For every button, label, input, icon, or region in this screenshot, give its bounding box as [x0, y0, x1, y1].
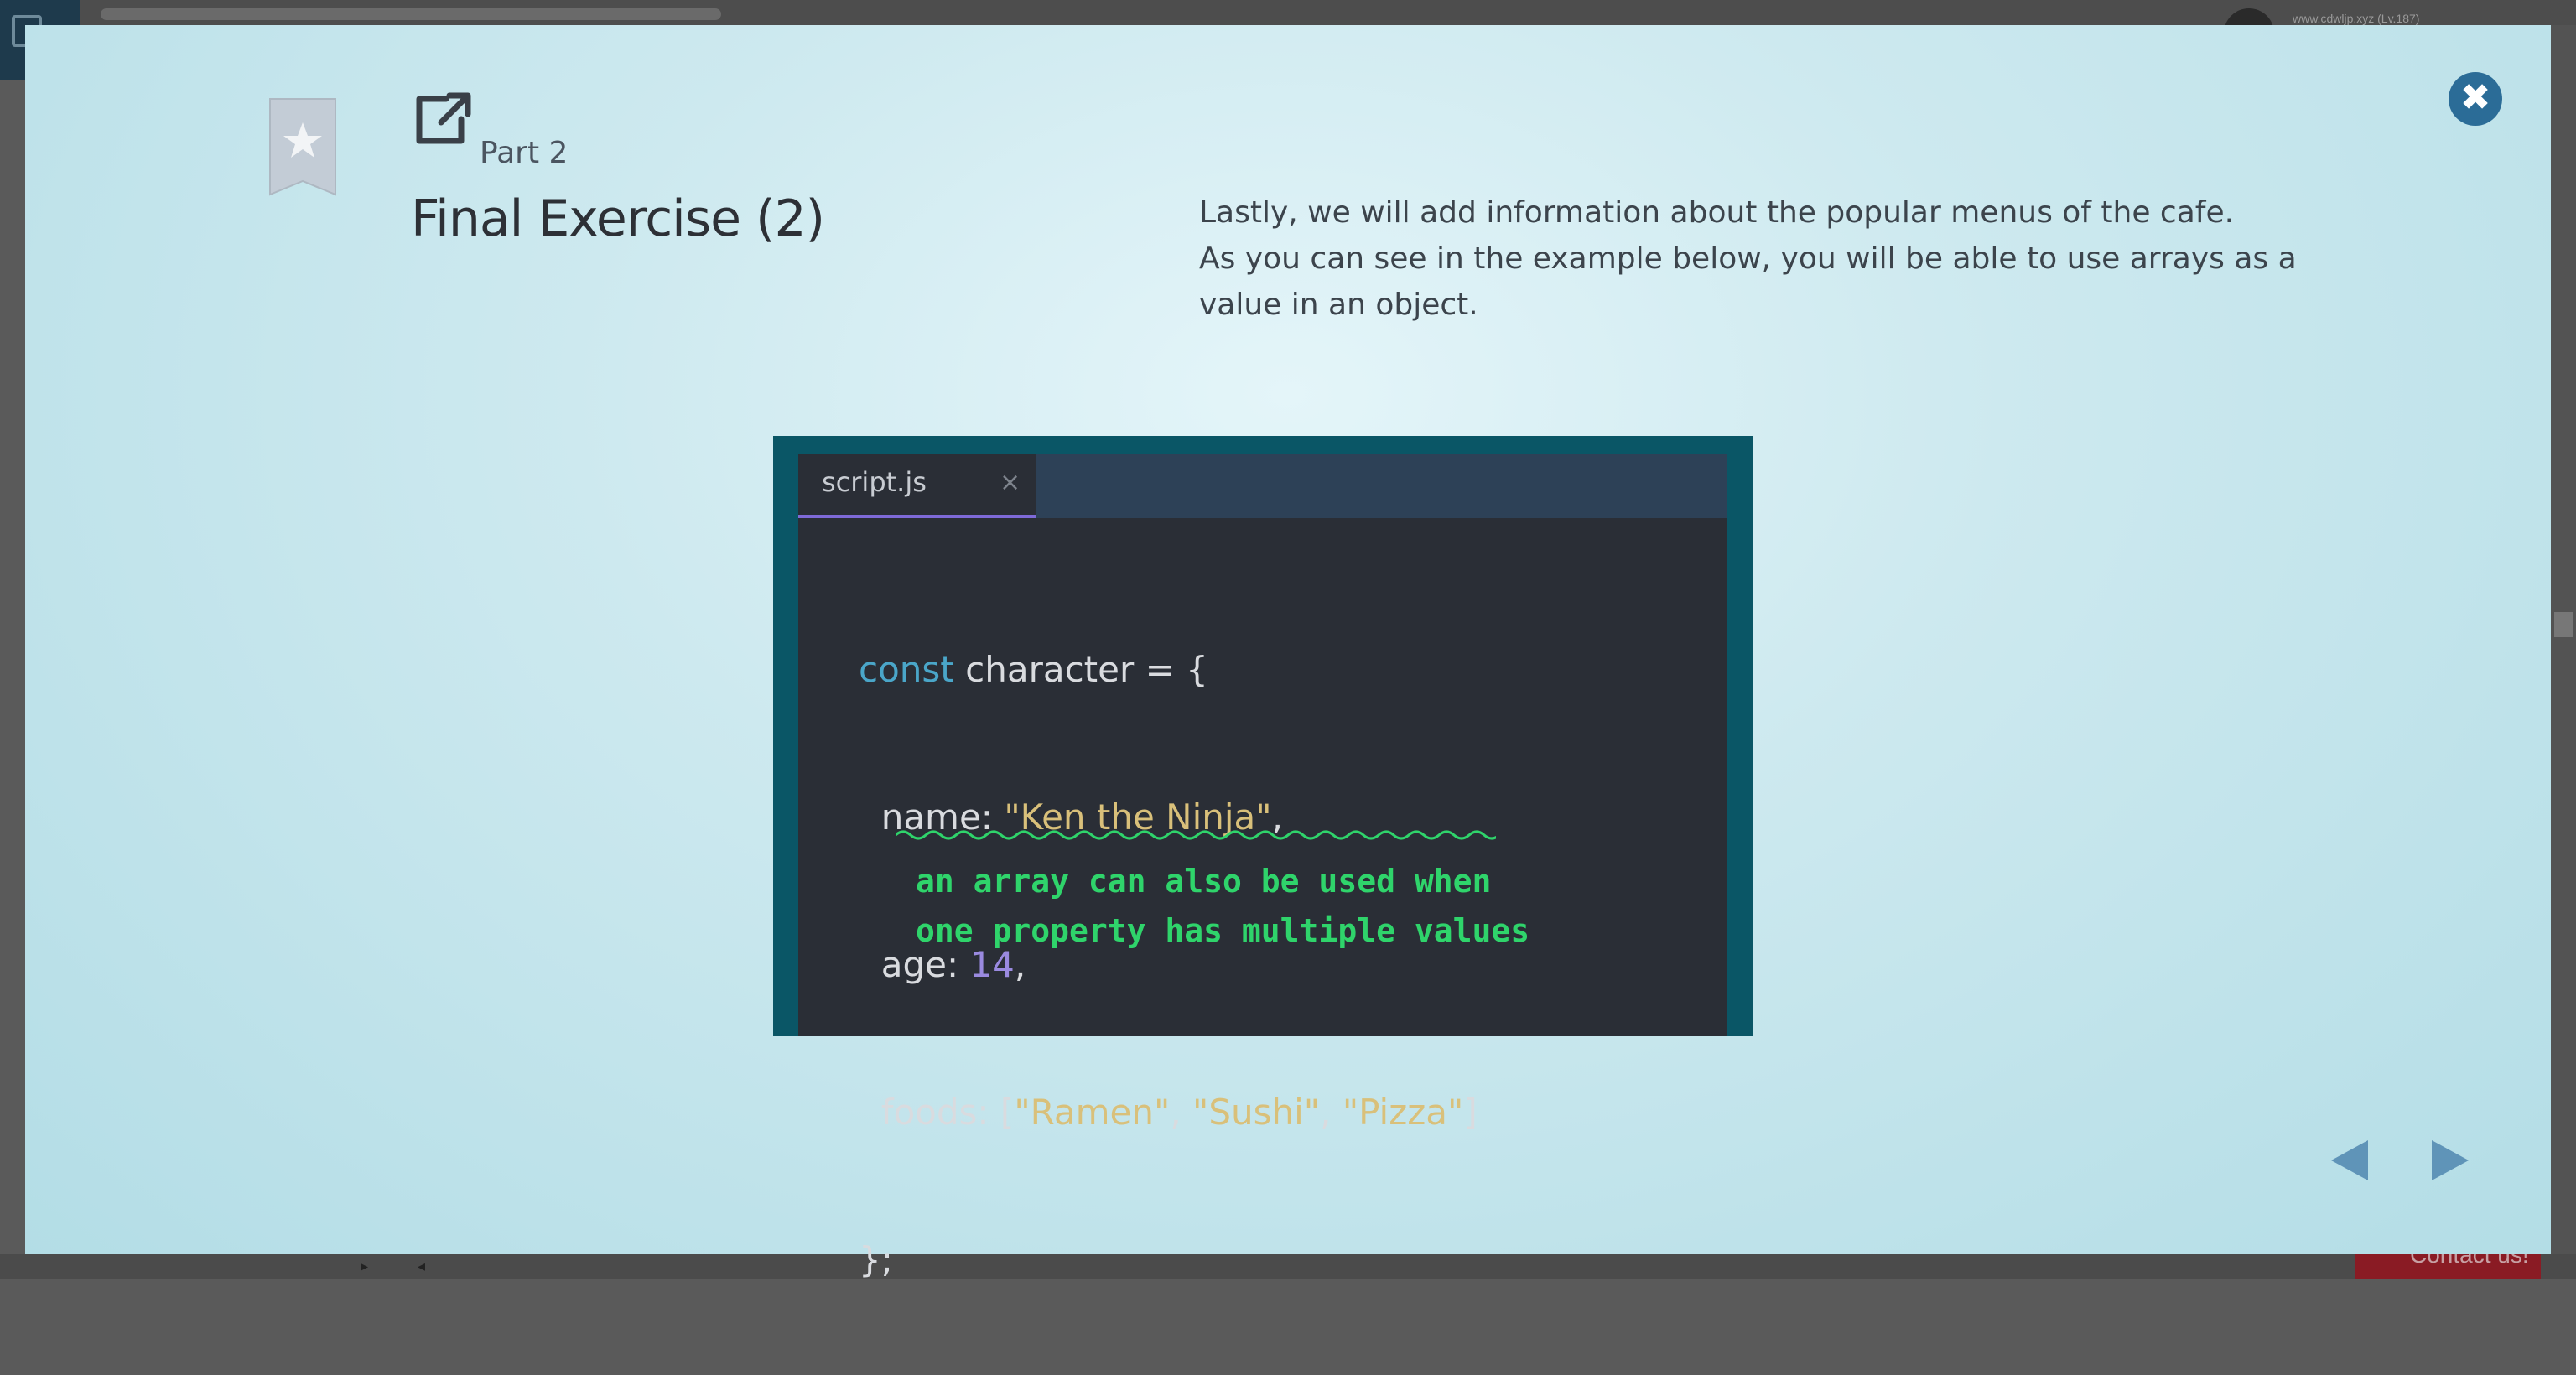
description-line: Lastly, we will add information about th…	[1199, 195, 2235, 230]
code-text: ]	[1463, 1092, 1478, 1133]
code-text: };	[859, 1239, 893, 1280]
code-string: "Ramen"	[1014, 1092, 1171, 1133]
code-text: ,	[1320, 1092, 1343, 1133]
scrollbar-thumb[interactable]	[2554, 612, 2573, 637]
code-editor: script.js × const character = { name: "K…	[798, 454, 1727, 1280]
tab-script-js: script.js ×	[798, 454, 1036, 518]
previous-arrow-icon[interactable]	[2328, 1137, 2371, 1184]
editor-tab-bar: script.js ×	[798, 454, 1727, 518]
annotation-line: one property has multiple values	[916, 912, 1530, 949]
code-line: };	[859, 1227, 1478, 1293]
code-example-image: script.js × const character = { name: "K…	[773, 436, 1753, 1280]
close-icon[interactable]: ✖	[2449, 72, 2502, 126]
background-search-bar	[101, 8, 721, 20]
external-link-icon[interactable]	[413, 92, 471, 146]
part-label: Part 2	[480, 136, 569, 170]
code-keyword: const	[859, 649, 954, 690]
tab-label: script.js	[822, 466, 927, 498]
code-text: ,	[1170, 1092, 1193, 1133]
code-text: character = {	[953, 649, 1208, 690]
user-label: www.cdwljp.xyz (Lv.187)	[2293, 12, 2420, 25]
page-scrollbar[interactable]	[2551, 25, 2576, 1254]
tab-close-icon: ×	[1000, 468, 1021, 497]
description: Lastly, we will add information about th…	[1199, 189, 2297, 328]
next-arrow-icon[interactable]	[2428, 1137, 2472, 1184]
code-line: const character = {	[859, 637, 1478, 703]
code-block: const character = { name: "Ken the Ninja…	[859, 555, 1478, 1375]
star-bookmark-icon[interactable]	[268, 97, 337, 196]
code-string: "Sushi"	[1192, 1092, 1321, 1133]
squiggle-underline	[896, 830, 1496, 840]
scroll-left-icon[interactable]: ◂	[418, 1258, 425, 1275]
scroll-right-icon[interactable]: ▸	[361, 1258, 368, 1275]
code-text: foods: [	[859, 1092, 1015, 1133]
description-line: As you can see in the example below, you…	[1199, 241, 2297, 276]
description-line: value in an object.	[1199, 288, 1478, 322]
code-annotation: an array can also be used when one prope…	[916, 857, 1530, 956]
page-title: Final Exercise (2)	[411, 189, 825, 248]
code-line: foods: ["Ramen", "Sushi", "Pizza"]	[859, 1080, 1478, 1145]
annotation-line: an array can also be used when	[916, 863, 1492, 900]
code-string: "Pizza"	[1342, 1092, 1464, 1133]
